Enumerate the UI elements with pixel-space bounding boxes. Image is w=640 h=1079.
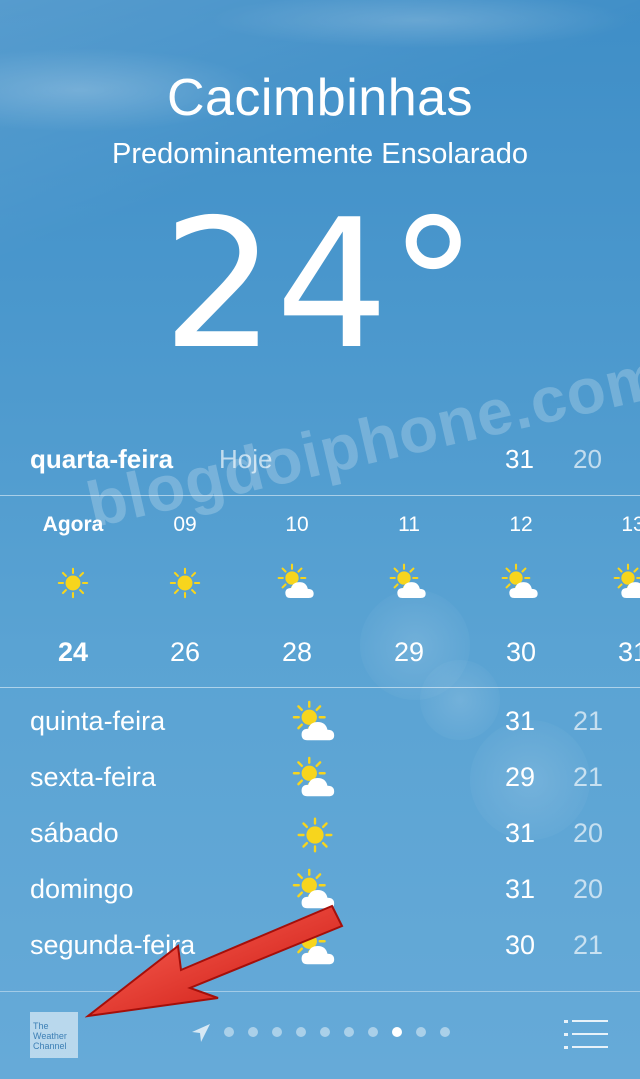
hourly-temp: 31 bbox=[617, 637, 640, 667]
hourly-icon-wrap bbox=[501, 563, 541, 603]
daily-high: 31 bbox=[505, 706, 536, 736]
weather-condition: Predominantemente Ensolarado bbox=[112, 138, 528, 170]
daily-row: sexta-feira 29 21 bbox=[0, 754, 640, 810]
partly-cloudy-icon bbox=[389, 563, 426, 598]
daily-low: 20 bbox=[573, 818, 604, 848]
daily-row: quinta-feira 31 21 bbox=[0, 698, 640, 754]
hourly-icon-wrap bbox=[277, 563, 317, 603]
location-arrow-icon bbox=[192, 1024, 210, 1042]
partly-cloudy-icon bbox=[292, 924, 335, 965]
page-dot[interactable] bbox=[392, 1027, 402, 1037]
page-dot[interactable] bbox=[224, 1027, 234, 1037]
partly-cloudy-icon bbox=[277, 563, 314, 598]
daily-day: segunda-feira bbox=[30, 930, 196, 960]
daily-row: domingo 31 20 bbox=[0, 866, 640, 922]
daily-low: 21 bbox=[573, 762, 604, 792]
divider bbox=[0, 687, 640, 688]
hourly-forecast[interactable]: Agora 24 09 26 10 28 11 29 12 30 13 31 bbox=[0, 497, 640, 687]
partly-cloudy-icon bbox=[501, 563, 538, 598]
daily-day: domingo bbox=[30, 874, 134, 904]
current-temperature: 24° bbox=[162, 181, 478, 388]
daily-low: 20 bbox=[573, 874, 604, 904]
bottom-toolbar: The Weather Channel bbox=[0, 992, 640, 1079]
daily-day: sábado bbox=[30, 818, 119, 848]
hourly-temp: 28 bbox=[281, 637, 313, 667]
today-label: Hoje bbox=[219, 444, 273, 474]
today-summary-row: quarta-feira Hoje 31 20 bbox=[0, 440, 640, 484]
today-low: 20 bbox=[573, 444, 602, 474]
page-dot[interactable] bbox=[296, 1027, 306, 1037]
hourly-time: 10 bbox=[285, 513, 309, 536]
hourly-temp: 29 bbox=[393, 637, 425, 667]
hourly-temp: 26 bbox=[169, 637, 201, 667]
sun-icon bbox=[297, 817, 333, 853]
partly-cloudy-icon bbox=[292, 868, 335, 909]
daily-low: 21 bbox=[573, 930, 604, 960]
daily-high: 31 bbox=[505, 818, 536, 848]
daily-row: segunda-feira 30 21 bbox=[0, 922, 640, 978]
hourly-time: 11 bbox=[398, 513, 420, 536]
hourly-icon-wrap bbox=[165, 563, 205, 603]
partly-cloudy-icon bbox=[613, 563, 640, 598]
daily-high: 31 bbox=[505, 874, 536, 904]
daily-icon-wrap bbox=[292, 812, 338, 858]
sun-icon bbox=[169, 567, 201, 599]
hourly-icon-wrap bbox=[389, 563, 429, 603]
list-icon[interactable] bbox=[564, 1018, 608, 1050]
page-dot[interactable] bbox=[272, 1027, 282, 1037]
page-dot[interactable] bbox=[416, 1027, 426, 1037]
daily-day: sexta-feira bbox=[30, 762, 157, 792]
sun-icon bbox=[57, 567, 89, 599]
page-dot[interactable] bbox=[248, 1027, 258, 1037]
partly-cloudy-icon bbox=[292, 756, 335, 797]
hourly-time: Agora bbox=[42, 513, 104, 536]
today-day: quarta-feira bbox=[30, 444, 174, 474]
daily-high: 29 bbox=[505, 762, 536, 792]
daily-icon-wrap bbox=[292, 924, 338, 970]
hourly-time: 12 bbox=[509, 513, 533, 536]
daily-day: quinta-feira bbox=[30, 706, 166, 736]
weather-channel-logo[interactable]: The Weather Channel bbox=[30, 1012, 78, 1058]
page-dot[interactable] bbox=[368, 1027, 378, 1037]
hourly-time: 09 bbox=[173, 513, 197, 536]
daily-icon-wrap bbox=[292, 756, 338, 802]
daily-icon-wrap bbox=[292, 700, 338, 746]
partly-cloudy-icon bbox=[292, 700, 335, 741]
hourly-icon-wrap bbox=[613, 563, 640, 603]
page-dot[interactable] bbox=[440, 1027, 450, 1037]
daily-low: 21 bbox=[573, 706, 604, 736]
hourly-temp: 24 bbox=[57, 637, 89, 667]
today-high: 31 bbox=[505, 444, 534, 474]
city-name: Cacimbinhas bbox=[166, 69, 474, 127]
page-dot[interactable] bbox=[320, 1027, 330, 1037]
hourly-time: 13 bbox=[621, 513, 640, 536]
daily-high: 30 bbox=[505, 930, 536, 960]
hourly-temp: 30 bbox=[505, 637, 537, 667]
hourly-icon-wrap bbox=[53, 563, 93, 603]
page-dot[interactable] bbox=[344, 1027, 354, 1037]
daily-row: sábado 31 20 bbox=[0, 810, 640, 866]
divider bbox=[0, 495, 640, 496]
daily-icon-wrap bbox=[292, 868, 338, 914]
